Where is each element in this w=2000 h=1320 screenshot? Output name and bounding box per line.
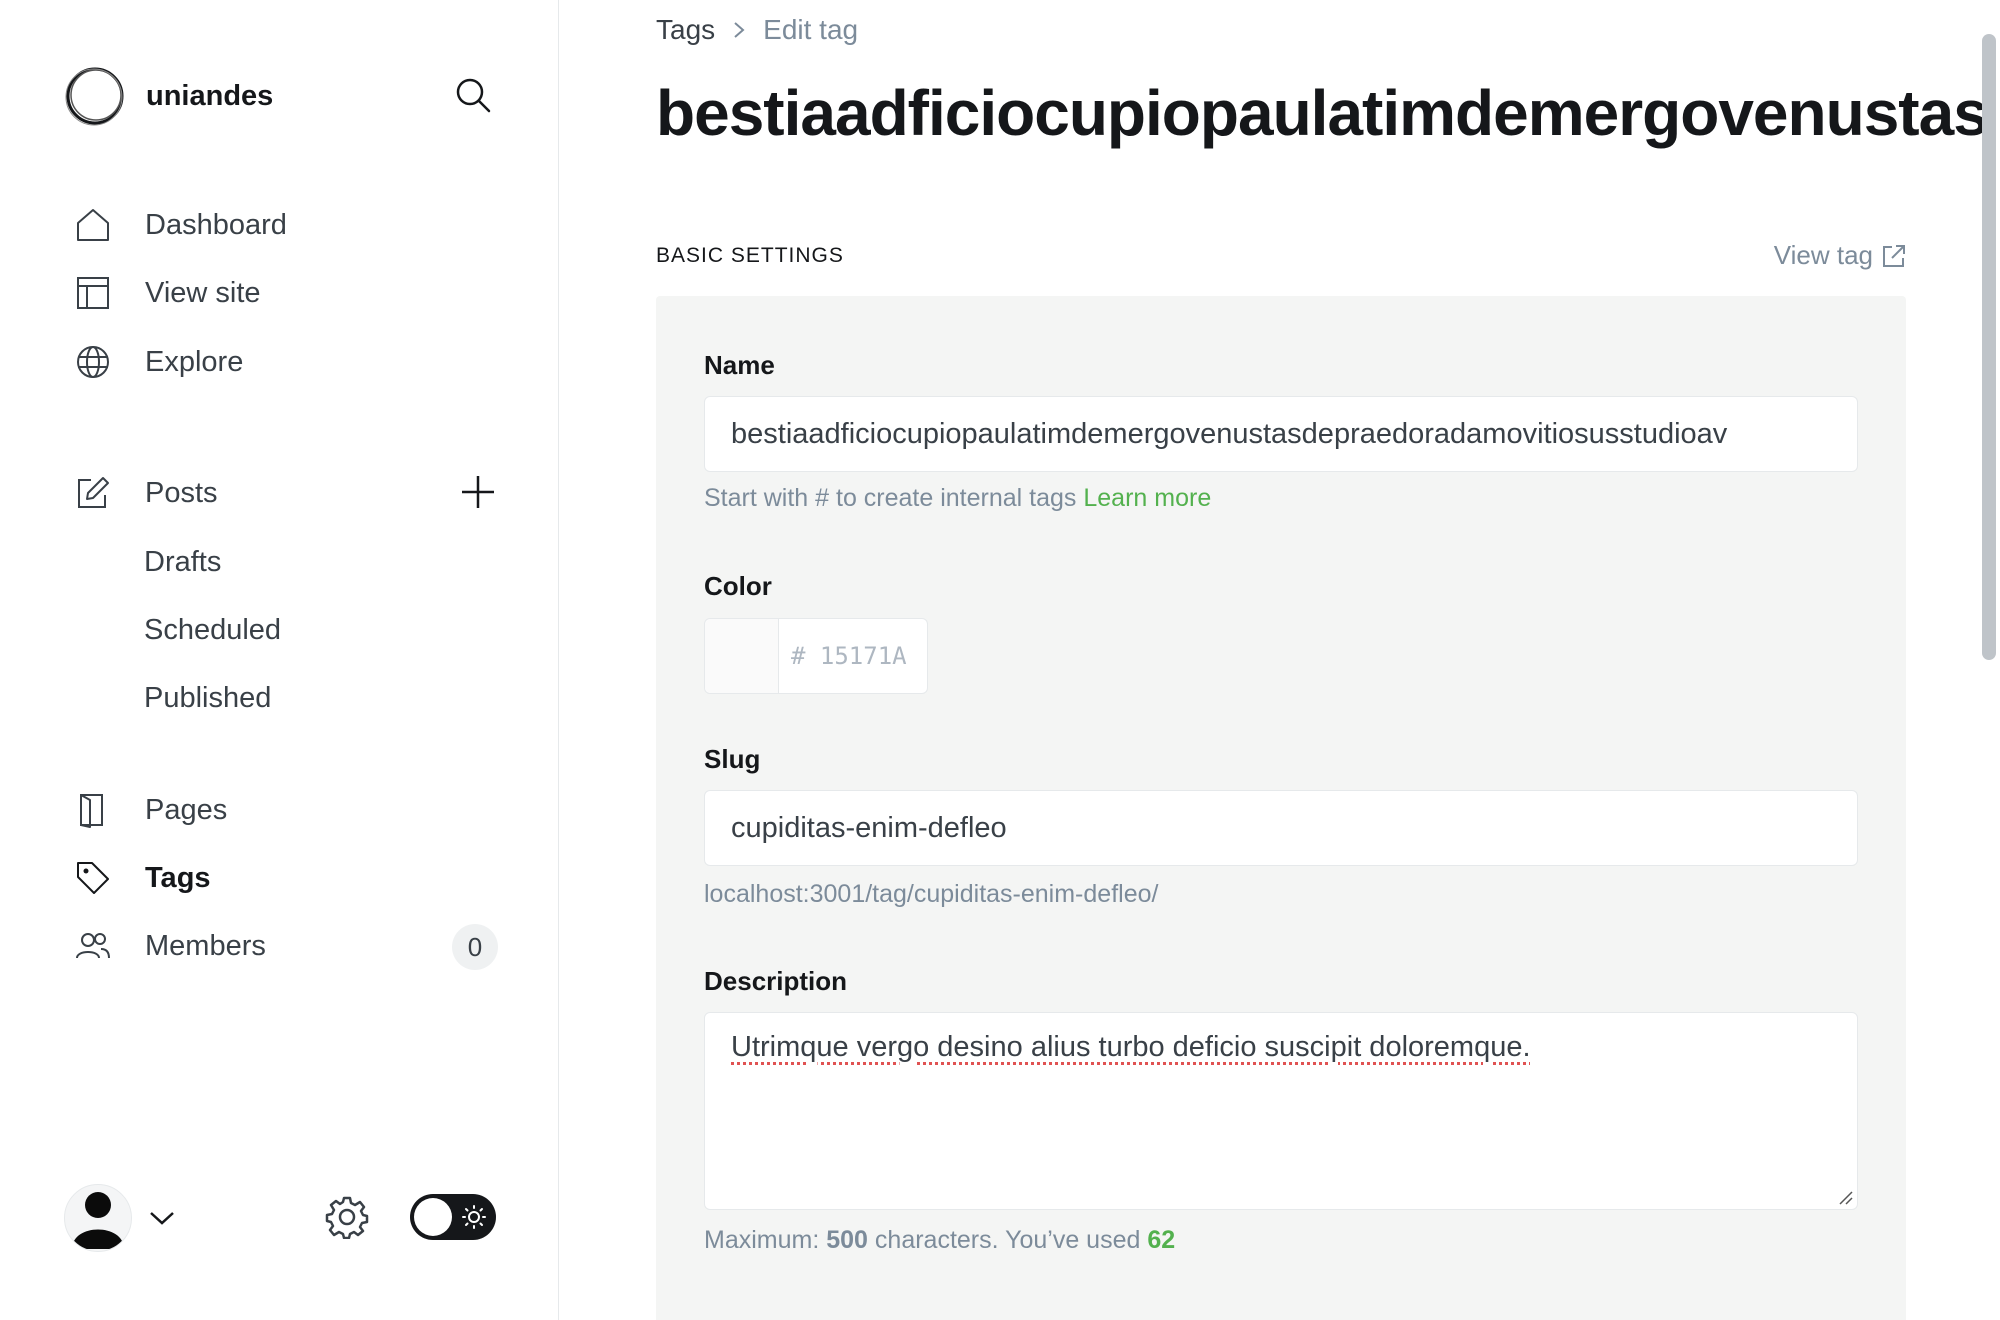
nav-drafts[interactable]: Drafts xyxy=(144,537,221,587)
edit-icon xyxy=(74,474,112,512)
settings-button[interactable] xyxy=(322,1192,372,1242)
view-tag-link[interactable]: View tag xyxy=(1774,240,1907,271)
gear-icon xyxy=(325,1196,369,1239)
nav-pages-label: Pages xyxy=(145,793,228,826)
user-icon xyxy=(72,1192,124,1249)
nav-view-site-label: View site xyxy=(145,276,261,309)
new-post-button[interactable] xyxy=(458,472,498,512)
name-label: Name xyxy=(704,350,775,380)
nav-posts[interactable]: Posts xyxy=(74,466,504,520)
slug-url: localhost:3001/tag/cupiditas-enim-defleo… xyxy=(704,880,1159,908)
chevron-down-icon[interactable] xyxy=(146,1202,178,1234)
external-link-icon xyxy=(1883,244,1905,267)
view-tag-label: View tag xyxy=(1773,240,1873,270)
name-hint: Start with # to create internal tags Lea… xyxy=(704,484,1211,513)
slug-label: Slug xyxy=(704,744,761,774)
nav-tags-label: Tags xyxy=(145,861,211,894)
color-swatch[interactable] xyxy=(705,619,779,693)
section-heading: BASIC SETTINGS xyxy=(656,244,844,267)
page-title: bestiaadficiocupiopaulatimdemergovenusta… xyxy=(656,77,1989,149)
toggle-knob xyxy=(414,1198,452,1236)
color-picker[interactable]: # 15171A xyxy=(704,618,928,694)
avatar[interactable] xyxy=(64,1184,132,1252)
description-hint: Maximum: 500 characters. You’ve used 62 xyxy=(704,1226,1175,1255)
nav-posts-label: Posts xyxy=(145,476,218,509)
color-label: Color xyxy=(704,571,772,601)
sidebar: uniandes Dashboard View site Explore Pos… xyxy=(0,0,559,1320)
description-textarea[interactable]: Utrimque vergo desino alius turbo defici… xyxy=(704,1012,1858,1210)
name-hint-text: Start with # to create internal tags xyxy=(704,484,1077,512)
learn-more-link[interactable]: Learn more xyxy=(1083,484,1211,512)
nav-members-label: Members xyxy=(145,929,266,962)
tag-icon xyxy=(74,859,112,897)
resize-handle-icon[interactable] xyxy=(1837,1189,1853,1205)
nav-explore[interactable]: Explore xyxy=(74,335,504,389)
breadcrumb-tags-link[interactable]: Tags xyxy=(656,14,715,46)
nav-scheduled[interactable]: Scheduled xyxy=(144,605,281,655)
main-content: Tags Edit tag bestiaadficiocupiopaulatim… xyxy=(560,0,2000,1320)
desc-hint-used: 62 xyxy=(1147,1226,1176,1254)
plus-icon xyxy=(462,476,494,508)
user-menu[interactable] xyxy=(64,1184,178,1252)
description-text: Utrimque vergo desino alius turbo defici… xyxy=(731,1031,1531,1063)
desc-hint-middle: characters. You’ve used xyxy=(874,1226,1141,1254)
chevron-right-icon xyxy=(729,20,749,40)
theme-toggle[interactable] xyxy=(410,1194,496,1240)
search-icon xyxy=(456,78,491,113)
members-count-badge: 0 xyxy=(452,924,498,970)
layout-icon xyxy=(74,274,112,312)
nav-published[interactable]: Published xyxy=(144,673,271,723)
breadcrumb-current: Edit tag xyxy=(763,14,859,45)
sun-icon xyxy=(462,1205,486,1229)
nav-pages[interactable]: Pages xyxy=(74,783,504,837)
basic-settings-panel: Name bestiaadficiocupiopaulatimdemergove… xyxy=(656,296,1906,1320)
slug-input[interactable]: cupiditas-enim-defleo xyxy=(704,790,1858,866)
desc-hint-max: 500 xyxy=(826,1226,868,1254)
desc-hint-prefix: Maximum: xyxy=(704,1226,820,1254)
nav-dashboard-label: Dashboard xyxy=(145,208,287,241)
name-input[interactable]: bestiaadficiocupiopaulatimdemergovenusta… xyxy=(704,396,1858,472)
nav-dashboard[interactable]: Dashboard xyxy=(74,198,504,252)
brand-logo-icon xyxy=(65,67,124,126)
nav-tags[interactable]: Tags xyxy=(74,851,504,905)
brand-name: uniandes xyxy=(146,79,274,112)
nav-members[interactable]: Members xyxy=(74,919,504,973)
breadcrumb: Tags Edit tag xyxy=(656,14,858,46)
scrollbar-thumb[interactable] xyxy=(1982,34,1996,660)
nav-view-site[interactable]: View site xyxy=(74,266,504,320)
globe-icon xyxy=(74,343,112,381)
home-icon xyxy=(74,206,112,244)
description-label: Description xyxy=(704,966,848,996)
members-icon xyxy=(74,927,112,965)
color-hex-input[interactable]: # 15171A xyxy=(779,619,907,693)
page-icon xyxy=(74,791,112,829)
nav-explore-label: Explore xyxy=(145,345,244,378)
brand[interactable]: uniandes xyxy=(64,64,273,128)
search-button[interactable] xyxy=(450,72,496,118)
scrollbar[interactable] xyxy=(1976,0,2000,1320)
